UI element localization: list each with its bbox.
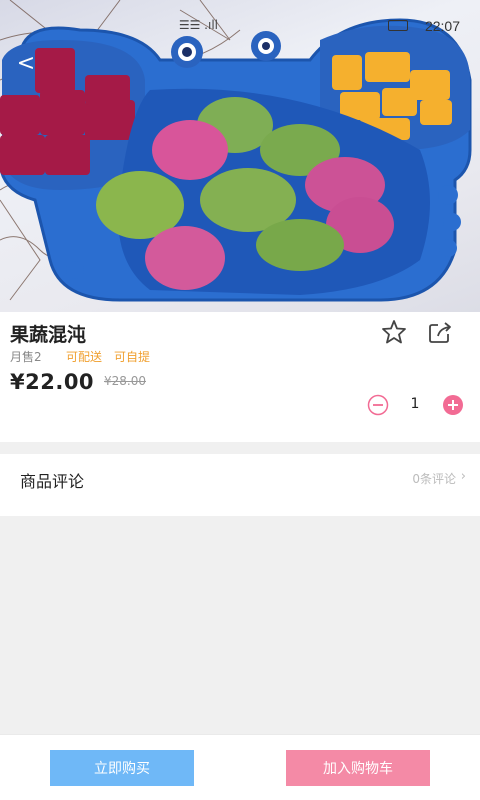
status-bar: ☰☰ .ıll 22:07 bbox=[0, 0, 480, 36]
bottom-action-bar: 立即购买 加入购物车 bbox=[0, 734, 480, 800]
product-image: ☰☰ .ıll 22:07 < bbox=[0, 0, 480, 312]
monthly-sales: 月售2 bbox=[10, 350, 42, 364]
reviews-row[interactable]: 商品评论 0条评论 › bbox=[0, 454, 480, 516]
battery-icon bbox=[388, 20, 408, 31]
minus-circle-icon bbox=[367, 394, 389, 416]
chevron-right-icon: › bbox=[460, 469, 466, 484]
reviews-title: 商品评论 bbox=[20, 472, 85, 491]
product-info: 果蔬混沌 月售2 可配送 可自提 ¥22.00 ¥28.00 1 bbox=[0, 312, 480, 442]
product-detail-page: ☰☰ .ıll 22:07 < 果蔬混沌 月售2 可配送 可自提 ¥22.00 … bbox=[0, 0, 480, 800]
tag-pickup: 可自提 bbox=[114, 350, 151, 364]
back-button[interactable]: < bbox=[12, 50, 40, 78]
quantity-decrease-button[interactable] bbox=[367, 394, 389, 416]
quantity-value: 1 bbox=[410, 396, 420, 412]
favorite-button[interactable] bbox=[380, 318, 408, 346]
plus-circle-icon bbox=[443, 395, 463, 415]
product-photo bbox=[0, 0, 472, 302]
quantity-increase-button[interactable] bbox=[442, 394, 464, 416]
tag-delivery: 可配送 bbox=[66, 350, 103, 364]
share-button[interactable] bbox=[426, 318, 454, 346]
current-price: ¥22.00 bbox=[10, 370, 95, 394]
share-icon bbox=[429, 322, 451, 343]
star-outline-icon bbox=[382, 320, 406, 344]
buy-now-button[interactable]: 立即购买 bbox=[50, 750, 194, 786]
reviews-count: 0条评论 bbox=[412, 472, 456, 486]
original-price: ¥28.00 bbox=[104, 374, 146, 388]
status-time: 22:07 bbox=[424, 18, 460, 34]
back-chevron-icon: < bbox=[16, 51, 36, 76]
product-title: 果蔬混沌 bbox=[10, 324, 87, 346]
signal-icon: ☰☰ .ıll bbox=[178, 18, 218, 32]
add-to-cart-button[interactable]: 加入购物车 bbox=[286, 750, 430, 786]
